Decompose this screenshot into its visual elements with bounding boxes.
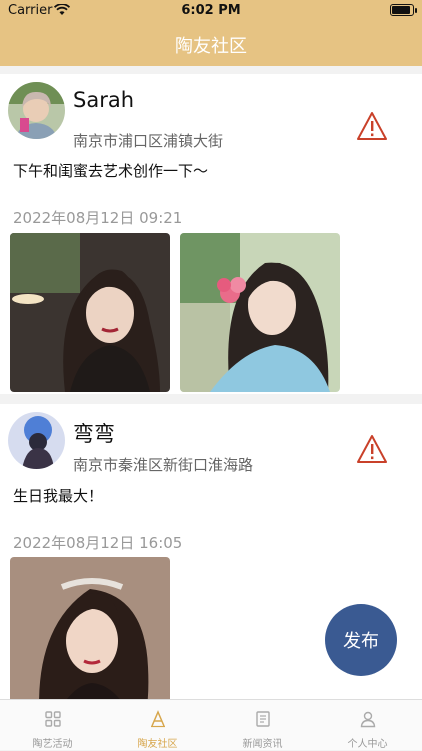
news-icon [256, 711, 270, 727]
publish-label: 发布 [343, 631, 379, 652]
tab-label: 陶友社区 [137, 739, 178, 750]
post-card[interactable]: Sarah 南京市浦口区浦镇大街 下午和闺蜜去艺术创作一下～ 2022年08月1… [0, 74, 422, 394]
tab-news[interactable]: 新闻资讯 [210, 700, 315, 751]
post-username[interactable]: Sarah [73, 88, 134, 112]
report-warning-icon[interactable] [356, 111, 388, 141]
header-bar: Carrier 6:02 PM 陶友社区 [0, 0, 422, 66]
post-date: 2022年08月12日 09:21 [13, 209, 183, 227]
tab-label: 个人中心 [347, 739, 388, 750]
tab-profile[interactable]: 个人中心 [315, 700, 420, 751]
avatar[interactable] [8, 412, 65, 469]
tab-bar: 陶艺活动 陶友社区 新闻资讯 个人中心 [0, 699, 422, 750]
post-address: 南京市浦口区浦镇大街 [73, 132, 224, 150]
post-photo[interactable] [180, 233, 340, 392]
tab-label: 新闻资讯 [242, 739, 283, 750]
battery-icon [390, 4, 417, 16]
grid-icon [45, 711, 61, 727]
post-username[interactable]: 弯弯 [73, 418, 115, 448]
post-date: 2022年08月12日 16:05 [13, 534, 183, 552]
status-bar: Carrier 6:02 PM [0, 0, 422, 22]
post-content: 生日我最大！ [13, 487, 104, 505]
page-title: 陶友社区 [175, 36, 247, 57]
tab-community[interactable]: 陶友社区 [105, 700, 210, 751]
post-photo[interactable] [10, 233, 170, 392]
publish-button[interactable]: 发布 [325, 604, 397, 676]
community-icon [151, 710, 165, 728]
clock: 6:02 PM [181, 3, 241, 18]
post-content: 下午和闺蜜去艺术创作一下～ [13, 162, 209, 180]
avatar[interactable] [8, 82, 65, 139]
post-photo[interactable] [10, 557, 170, 699]
post-address: 南京市秦淮区新街口淮海路 [73, 456, 254, 474]
tab-label: 陶艺活动 [32, 739, 73, 750]
profile-icon [360, 711, 376, 728]
tab-activities[interactable]: 陶艺活动 [0, 700, 105, 751]
report-warning-icon[interactable] [356, 434, 388, 464]
